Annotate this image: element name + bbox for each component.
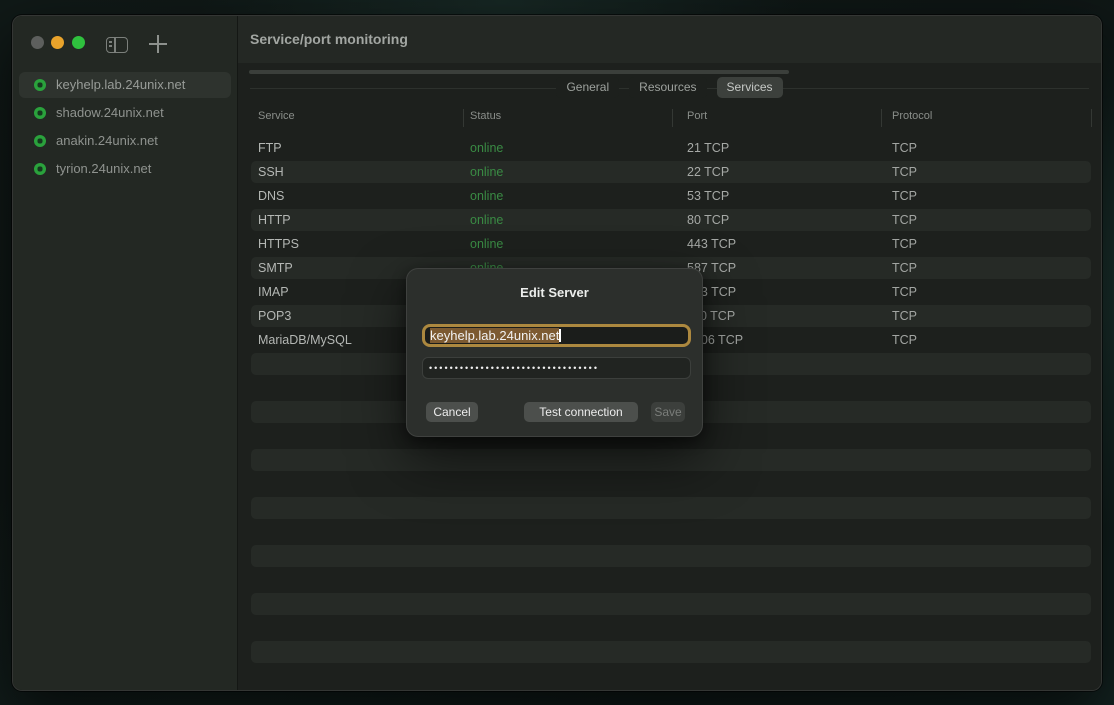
- cell-protocol: TCP: [892, 257, 917, 279]
- sidebar-toggle-icon[interactable]: [106, 37, 128, 53]
- password-input[interactable]: •••••••••••••••••••••••••••••••••: [422, 357, 691, 379]
- table-row-empty: [251, 449, 1091, 471]
- status-dot-icon: [34, 163, 46, 175]
- host-input[interactable]: keyhelp.lab.24unix.net: [422, 324, 691, 347]
- table-row-empty: [251, 473, 1091, 495]
- cell-protocol: TCP: [892, 305, 917, 327]
- table-row-empty: [251, 593, 1091, 615]
- test-connection-button[interactable]: Test connection: [524, 402, 638, 422]
- cell-service: FTP: [258, 137, 282, 159]
- cell-protocol: TCP: [892, 185, 917, 207]
- cell-service: HTTPS: [258, 233, 299, 255]
- cancel-button[interactable]: Cancel: [426, 402, 478, 422]
- table-row-empty: [251, 617, 1091, 639]
- server-label: anakin.24unix.net: [56, 128, 158, 154]
- server-label: shadow.24unix.net: [56, 100, 164, 126]
- table-row-empty: [251, 497, 1091, 519]
- table-row-empty: [251, 521, 1091, 543]
- cell-port: 80 TCP: [687, 209, 729, 231]
- table-row[interactable]: SSH online 22 TCP TCP: [251, 161, 1091, 183]
- minimize-button[interactable]: [51, 36, 64, 49]
- sidebar-item-server[interactable]: keyhelp.lab.24unix.net: [19, 72, 231, 98]
- table-row[interactable]: DNS online 53 TCP TCP: [251, 185, 1091, 207]
- sidebar-item-server[interactable]: shadow.24unix.net: [19, 100, 231, 126]
- cell-port: 443 TCP: [687, 233, 736, 255]
- cell-status: online: [470, 185, 503, 207]
- cell-service: HTTP: [258, 209, 291, 231]
- table-row-empty: [251, 641, 1091, 663]
- status-dot-icon: [34, 135, 46, 147]
- password-masked-text: •••••••••••••••••••••••••••••••••: [429, 363, 599, 373]
- cell-port: 53 TCP: [687, 185, 729, 207]
- cell-status: online: [470, 209, 503, 231]
- sidebar-item-server[interactable]: tyrion.24unix.net: [19, 156, 231, 182]
- cell-protocol: TCP: [892, 161, 917, 183]
- sidebar-item-server[interactable]: anakin.24unix.net: [19, 128, 231, 154]
- cell-service: IMAP: [258, 281, 289, 303]
- sidebar: keyhelp.lab.24unix.netshadow.24unix.neta…: [13, 16, 237, 690]
- desktop: { "window_title": "Service/port monitori…: [0, 0, 1114, 705]
- cell-port: 22 TCP: [687, 161, 729, 183]
- cell-service: SMTP: [258, 257, 293, 279]
- edit-server-dialog: Edit Server keyhelp.lab.24unix.net •••••…: [406, 268, 703, 437]
- cell-status: online: [470, 233, 503, 255]
- table-row[interactable]: FTP online 21 TCP TCP: [251, 137, 1091, 159]
- dialog-title: Edit Server: [407, 285, 702, 300]
- cell-protocol: TCP: [892, 209, 917, 231]
- cell-protocol: TCP: [892, 281, 917, 303]
- cell-status: online: [470, 137, 503, 159]
- table-row-empty: [251, 545, 1091, 567]
- server-label: keyhelp.lab.24unix.net: [56, 72, 185, 98]
- table-row[interactable]: HTTP online 80 TCP TCP: [251, 209, 1091, 231]
- table-row-empty: [251, 569, 1091, 591]
- server-label: tyrion.24unix.net: [56, 156, 151, 182]
- cell-service: MariaDB/MySQL: [258, 329, 352, 351]
- status-dot-icon: [34, 107, 46, 119]
- add-server-icon[interactable]: [149, 35, 167, 53]
- text-caret: [559, 329, 561, 342]
- cell-port: 21 TCP: [687, 137, 729, 159]
- cell-service: POP3: [258, 305, 291, 327]
- zoom-button[interactable]: [72, 36, 85, 49]
- cell-status: online: [470, 161, 503, 183]
- status-dot-icon: [34, 79, 46, 91]
- cell-service: SSH: [258, 161, 284, 183]
- save-button[interactable]: Save: [651, 402, 685, 422]
- cell-protocol: TCP: [892, 233, 917, 255]
- cell-service: DNS: [258, 185, 284, 207]
- cell-protocol: TCP: [892, 137, 917, 159]
- cell-protocol: TCP: [892, 329, 917, 351]
- close-button[interactable]: [31, 36, 44, 49]
- table-row[interactable]: HTTPS online 443 TCP TCP: [251, 233, 1091, 255]
- host-input-selected-text: keyhelp.lab.24unix.net: [430, 328, 559, 343]
